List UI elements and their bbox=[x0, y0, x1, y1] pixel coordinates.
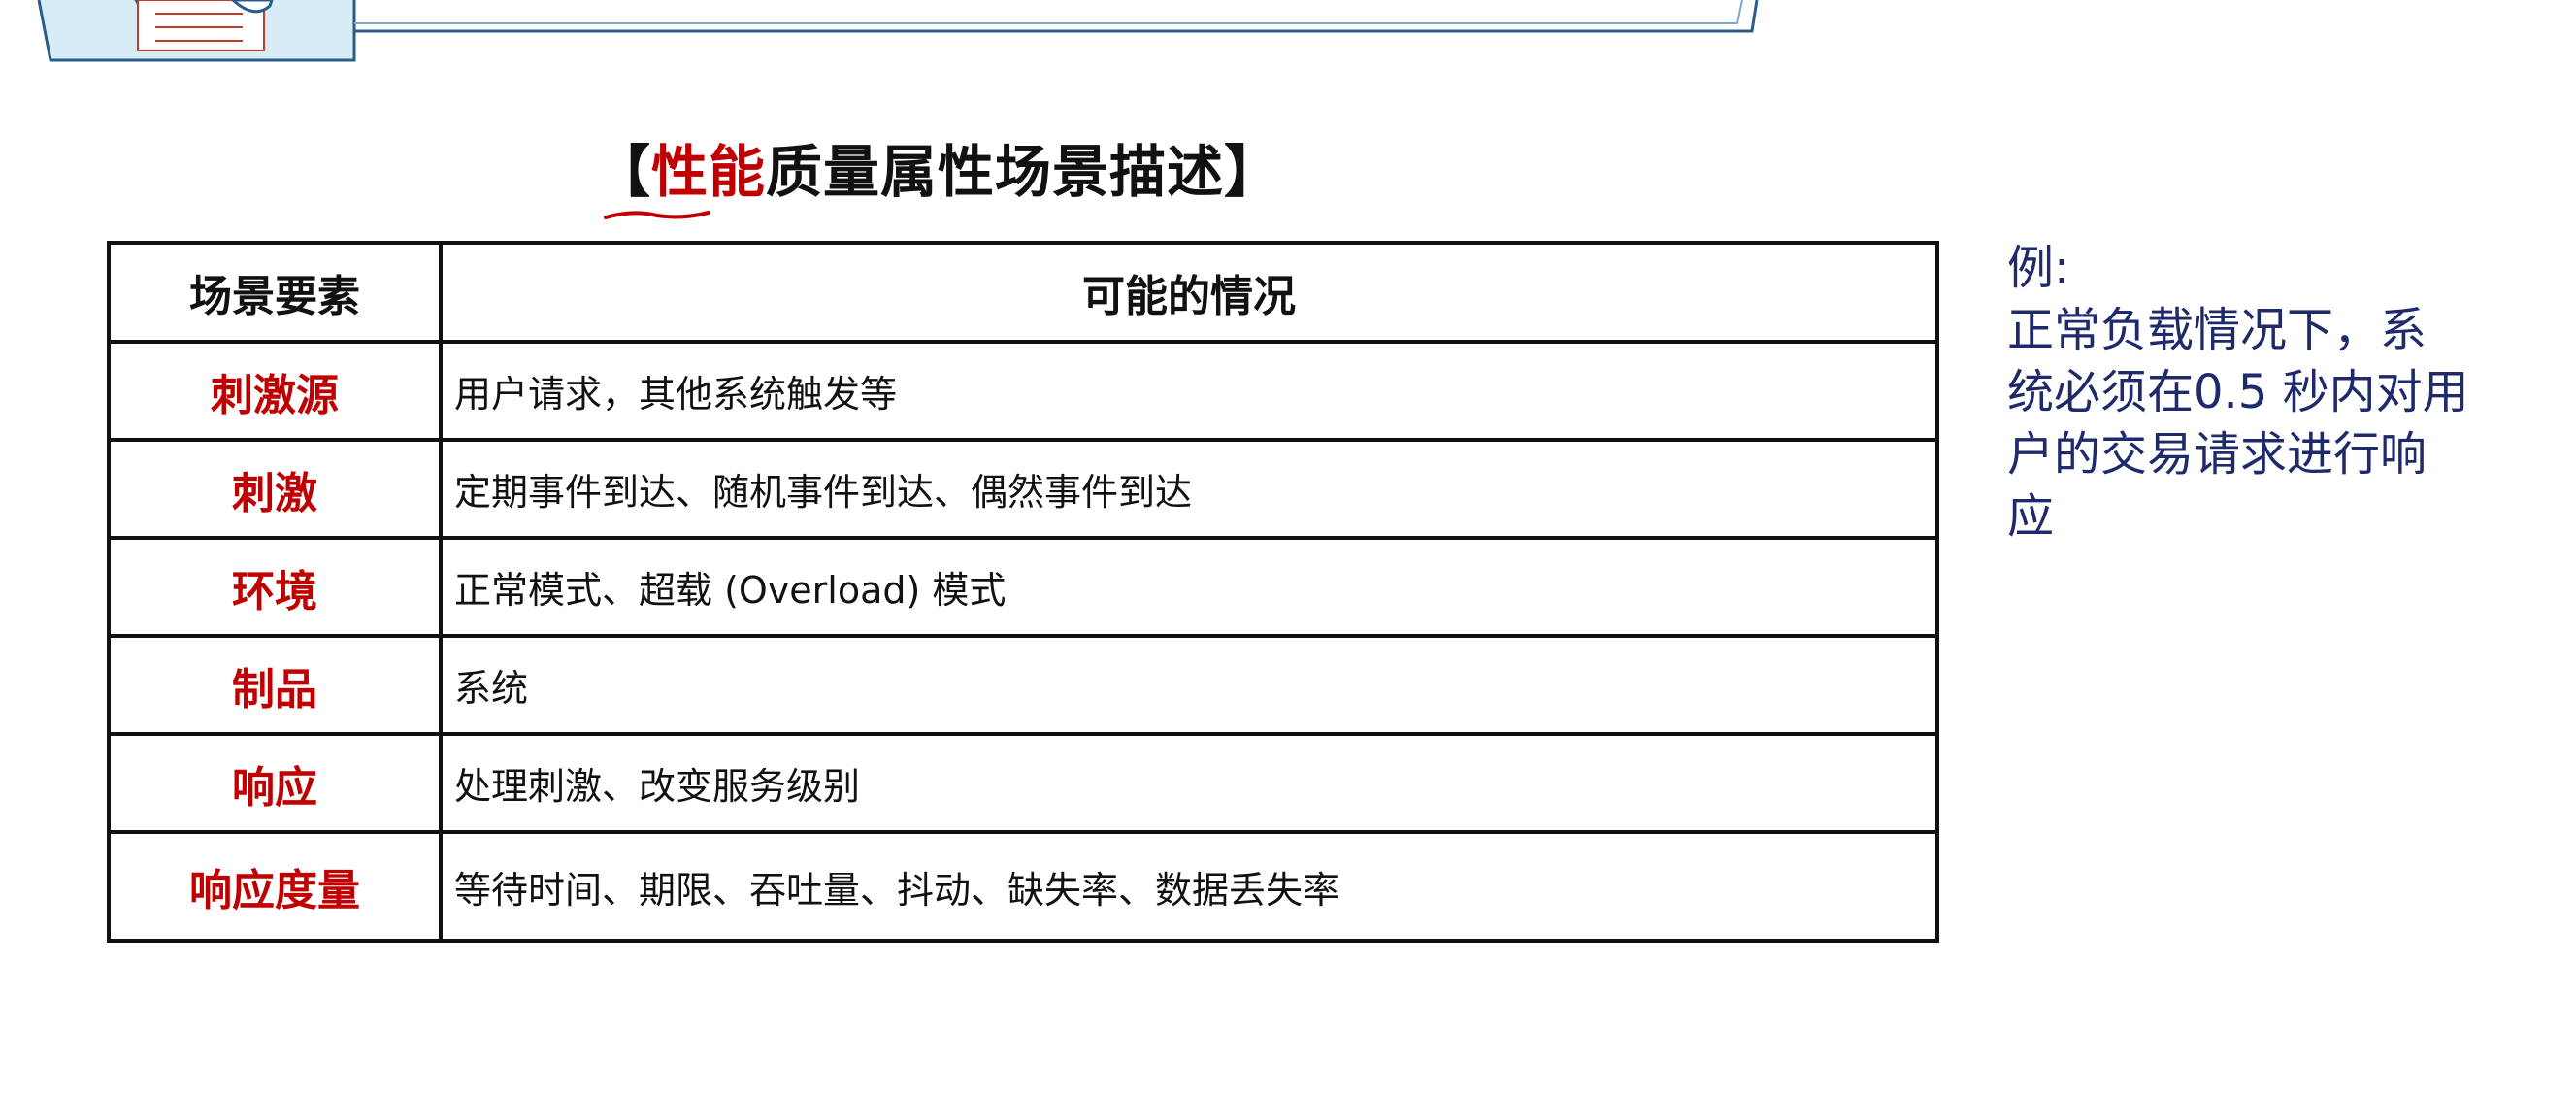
title-bracket-close: 】 bbox=[1224, 139, 1282, 205]
table-row: 刺激 定期事件到达、随机事件到达、偶然事件到达 bbox=[107, 438, 1939, 540]
header-possible: 可能的情况 bbox=[439, 241, 1939, 344]
row-element: 制品 bbox=[107, 634, 443, 736]
row-element: 响应 bbox=[107, 732, 443, 834]
table-row: 制品 系统 bbox=[107, 634, 1939, 736]
title-bracket-open: 【 bbox=[594, 139, 652, 205]
row-value: 正常模式、超载 (Overload) 模式 bbox=[439, 536, 1939, 638]
example-label: 例: bbox=[2007, 241, 2070, 295]
title-accent: 性能 bbox=[651, 139, 767, 205]
row-value: 定期事件到达、随机事件到达、偶然事件到达 bbox=[439, 438, 1939, 540]
row-value: 处理刺激、改变服务级别 bbox=[439, 732, 1939, 834]
example-line: 户的交易请求进行响 bbox=[2007, 427, 2427, 482]
example-line: 应 bbox=[2007, 489, 2055, 544]
row-element: 刺激 bbox=[107, 438, 443, 540]
title-rest: 质量属性场景描述 bbox=[766, 139, 1225, 205]
example-line: 统必须在0.5 秒内对用 bbox=[2007, 365, 2469, 419]
scenario-table: 场景要素 可能的情况 刺激源 用户请求，其他系统触发等 刺激 定期事件到达、随机… bbox=[107, 241, 1939, 943]
row-element: 响应度量 bbox=[107, 830, 443, 943]
table-row: 响应 处理刺激、改变服务级别 bbox=[107, 732, 1939, 834]
title-underline-mark bbox=[604, 211, 710, 219]
row-value: 系统 bbox=[439, 634, 1939, 736]
example-note: 例: 正常负载情况下，系 统必须在0.5 秒内对用 户的交易请求进行响 应 bbox=[2007, 237, 2531, 548]
table-row: 响应度量 等待时间、期限、吞吐量、抖动、缺失率、数据丢失率 bbox=[107, 830, 1939, 943]
table-header-row: 场景要素 可能的情况 bbox=[107, 241, 1939, 344]
example-line: 正常负载情况下，系 bbox=[2007, 303, 2427, 357]
table-row: 环境 正常模式、超载 (Overload) 模式 bbox=[107, 536, 1939, 638]
row-value: 等待时间、期限、吞吐量、抖动、缺失率、数据丢失率 bbox=[439, 830, 1939, 943]
row-element: 刺激源 bbox=[107, 340, 443, 442]
page-title: 【性能质量属性场景描述】 bbox=[594, 136, 1281, 208]
row-element: 环境 bbox=[107, 536, 443, 638]
table-row: 刺激源 用户请求，其他系统触发等 bbox=[107, 340, 1939, 442]
row-value: 用户请求，其他系统触发等 bbox=[439, 340, 1939, 442]
header-element: 场景要素 bbox=[107, 241, 443, 344]
header-illustration bbox=[37, 0, 1759, 62]
